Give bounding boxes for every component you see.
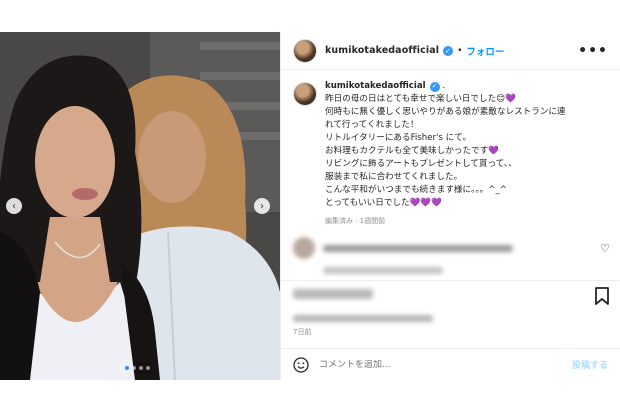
- more-options-icon[interactable]: •••: [578, 43, 608, 59]
- caption-line: れて行ってくれました！: [325, 120, 419, 130]
- caption-line: こんな平和がいつまでも続きます様に。。。^_^: [325, 185, 507, 195]
- caption-line: 何時もに無く優しく思いやりがある娘が素敵なレストランに連: [325, 107, 566, 117]
- carousel-dot-active[interactable]: [125, 366, 129, 370]
- caption-suffix: .: [442, 81, 446, 91]
- avatar[interactable]: [293, 38, 317, 63]
- blurred-likes: [293, 315, 433, 322]
- header-separator: •: [457, 45, 463, 56]
- blurred-comment: [293, 237, 513, 274]
- smiley-icon[interactable]: [293, 356, 309, 373]
- chevron-right-icon: ›: [260, 200, 264, 212]
- caption-line: お料理もカクテルも全て美味しかったです💜: [325, 146, 499, 156]
- verified-badge-icon: ✓: [443, 45, 454, 56]
- verified-badge-icon: ✓: [429, 81, 440, 92]
- post-timestamp[interactable]: 7日前: [293, 327, 311, 337]
- carousel-dot[interactable]: [118, 366, 122, 370]
- carousel-dot[interactable]: [146, 366, 150, 370]
- blurred-actions: [293, 289, 373, 299]
- photo-illustration: [0, 32, 280, 380]
- chevron-left-icon: ‹: [12, 200, 16, 212]
- caption-line: リトルイタリーにあるFisher's にて。: [325, 133, 472, 143]
- post-header: kumikotakedaofficial ✓ • フォロー •••: [281, 32, 620, 70]
- heart-icon[interactable]: ♡: [600, 242, 610, 255]
- carousel-next-button[interactable]: ›: [254, 198, 270, 214]
- blurred-text: [293, 289, 373, 299]
- post-comment-button[interactable]: 投稿する: [572, 358, 608, 371]
- carousel-dot[interactable]: [132, 366, 136, 370]
- post-side-panel: kumikotakedaofficial ✓ • フォロー ••• kumiko…: [280, 32, 620, 380]
- caption-line: 服装まで私に合わせてくれました。: [325, 172, 463, 182]
- caption-line: 昨日の母の日はとても幸せで楽しい日でした😊💜: [325, 94, 516, 104]
- caption-meta: 編集済み · 1週間前: [325, 217, 386, 225]
- blurred-text: [323, 267, 443, 274]
- blurred-text: [293, 315, 433, 322]
- comment-bar: 投稿する: [281, 348, 620, 380]
- caption-line: リビングに飾るアートもプレゼントして貰って、、: [325, 159, 517, 169]
- caption-body: kumikotakedaofficial ✓ . 昨日の母の日はとても幸せで楽しい…: [325, 80, 566, 228]
- follow-button[interactable]: フォロー: [466, 44, 504, 58]
- header-username[interactable]: kumikotakedaofficial: [325, 45, 439, 56]
- carousel-dot[interactable]: [139, 366, 143, 370]
- blurred-avatar: [293, 237, 315, 259]
- caption-username[interactable]: kumikotakedaofficial: [325, 81, 426, 91]
- post-dialog: ‹ › kumikotakedaofficial ✓ • フォロー ••• ku…: [0, 32, 620, 380]
- comment-input[interactable]: [319, 359, 572, 370]
- caption-avatar[interactable]: [293, 82, 317, 106]
- action-bar: [281, 280, 620, 310]
- bookmark-icon[interactable]: [594, 287, 610, 305]
- blurred-text: [323, 244, 513, 252]
- carousel-prev-button[interactable]: ‹: [6, 198, 22, 214]
- carousel-dots: [118, 366, 150, 370]
- caption-line: とってもいい日でした💜💜💜: [325, 198, 442, 208]
- caption: kumikotakedaofficial ✓ . 昨日の母の日はとても幸せで楽しい…: [281, 70, 620, 228]
- post-photo[interactable]: ‹ ›: [0, 32, 280, 380]
